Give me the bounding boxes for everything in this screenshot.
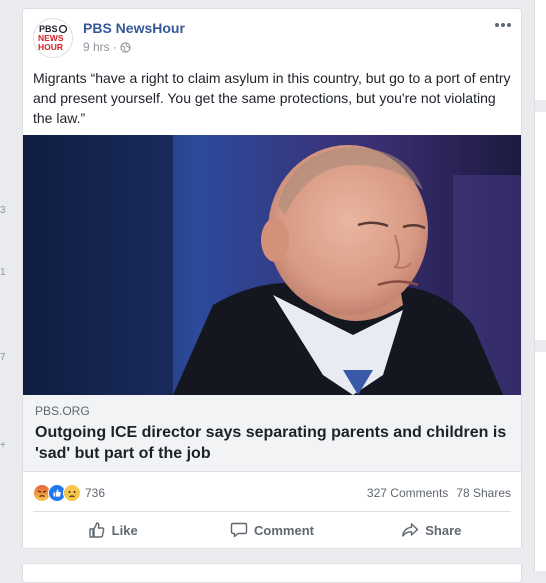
page-avatar[interactable]: PBS NEWS HOUR [33, 18, 73, 58]
news-feed-post: PBS NEWS HOUR PBS NewsHour 9 hrs · Migra… [22, 8, 522, 549]
post-timestamp[interactable]: 9 hrs [83, 40, 110, 54]
link-preview-image[interactable] [23, 135, 521, 395]
link-preview-card[interactable]: PBS.ORG Outgoing ICE director says separ… [23, 395, 521, 472]
share-button[interactable]: Share [352, 512, 511, 544]
share-button-label: Share [425, 522, 462, 538]
link-title[interactable]: Outgoing ICE director says separating pa… [35, 422, 515, 464]
left-edge-fragment: 3 [0, 205, 6, 216]
comment-bubble-icon [230, 521, 248, 539]
page-name-link[interactable]: PBS NewsHour [83, 20, 185, 36]
post-action-bar: Like Comment Share [33, 511, 511, 544]
post-text: Migrants “have a right to claim asylum i… [33, 70, 511, 126]
comment-share-counts: 327 Comments 78 Shares [367, 486, 511, 500]
next-feed-card [22, 563, 522, 583]
left-edge-fragment: 7 [0, 352, 6, 363]
sad-reaction-icon [63, 484, 81, 502]
like-button-label: Like [111, 522, 138, 538]
shares-count-link[interactable]: 78 Shares [456, 486, 511, 500]
reaction-count: 736 [85, 486, 106, 500]
logo-text-hour: HOUR [38, 42, 63, 52]
like-button[interactable]: Like [33, 512, 192, 544]
globe-icon[interactable] [120, 41, 131, 53]
engagement-counts: 736 327 Comments 78 Shares [33, 483, 511, 503]
post-meta: 9 hrs · [83, 40, 131, 54]
link-domain: PBS.ORG [35, 404, 90, 418]
share-arrow-icon [401, 521, 419, 539]
left-edge-fragment: 1 [0, 267, 6, 278]
left-column-edge: 3 1 7 + [0, 0, 14, 571]
right-column-edge [534, 0, 546, 571]
comments-count-link[interactable]: 327 Comments [367, 486, 448, 500]
thumbs-up-icon [88, 521, 106, 539]
reactions-summary[interactable]: 736 [33, 483, 105, 503]
meta-separator: · [112, 40, 117, 54]
pbs-newshour-logo: PBS NEWS HOUR [34, 19, 72, 57]
comment-button[interactable]: Comment [192, 512, 351, 544]
left-edge-fragment: + [0, 440, 6, 451]
post-header: PBS NEWS HOUR PBS NewsHour 9 hrs · [33, 18, 513, 58]
comment-button-label: Comment [254, 522, 314, 538]
more-horizontal-icon[interactable] [493, 18, 513, 32]
